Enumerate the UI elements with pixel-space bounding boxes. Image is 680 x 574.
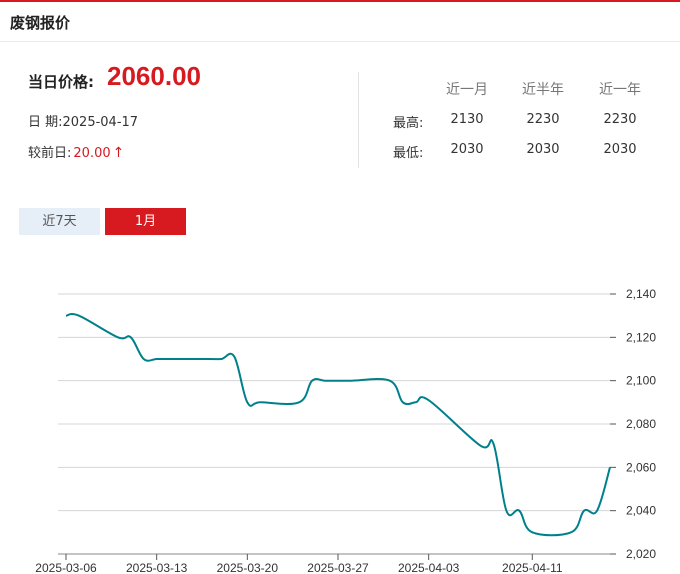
data-point — [169, 358, 171, 360]
y-tick-label: 2,100 — [626, 374, 656, 388]
date-row: 日 期:2025-04-17 — [28, 111, 138, 130]
data-point — [609, 466, 611, 468]
data-point — [259, 401, 261, 403]
data-point — [65, 315, 67, 317]
price-value: 2060.00 — [107, 61, 201, 91]
x-tick-label: 2025-03-13 — [126, 561, 188, 574]
y-tick-label: 2,140 — [626, 287, 656, 301]
y-tick-label: 2,060 — [626, 460, 656, 474]
date-value: 2025-04-17 — [62, 115, 139, 130]
data-point — [130, 336, 132, 338]
data-point — [337, 380, 339, 382]
data-point — [208, 358, 210, 360]
data-point — [518, 510, 520, 512]
x-tick-label: 2025-04-11 — [502, 561, 563, 574]
y-tick-label: 2,020 — [626, 547, 656, 561]
tab-1-month[interactable]: 1月 — [105, 208, 186, 235]
stats-low-label: 最低: — [393, 146, 424, 161]
x-tick-label: 2025-03-27 — [307, 561, 369, 574]
y-tick-label: 2,040 — [626, 504, 656, 518]
stats-low-halfyear: 2030 — [526, 142, 560, 157]
x-tick-label: 2025-03-20 — [217, 561, 279, 574]
data-point — [531, 531, 533, 533]
stats-divider — [358, 72, 359, 168]
data-point — [389, 380, 391, 382]
date-label: 日 期: — [28, 115, 63, 130]
y-tick-label: 2,080 — [626, 417, 656, 431]
panel-header: 废钢报价 — [0, 2, 680, 42]
up-arrow-icon: ↑ — [112, 145, 125, 161]
data-point — [505, 510, 507, 512]
change-label: 较前日: — [28, 146, 72, 161]
stats-low-month: 2030 — [450, 142, 484, 157]
price-label: 当日价格: — [28, 73, 94, 91]
stats-high-halfyear: 2230 — [526, 112, 560, 127]
data-point — [583, 510, 585, 512]
data-point — [350, 380, 352, 382]
stats-high-month: 2130 — [450, 112, 484, 127]
data-point — [143, 358, 145, 360]
data-point — [246, 401, 248, 403]
y-tick-label: 2,120 — [626, 330, 656, 344]
data-point — [78, 315, 80, 317]
data-point — [415, 401, 417, 403]
panel-title: 废钢报价 — [10, 14, 71, 32]
data-point — [298, 401, 300, 403]
data-point — [117, 336, 119, 338]
x-tick-label: 2025-03-06 — [35, 561, 97, 574]
price-series-line — [65, 312, 611, 537]
stats-col-halfyear: 近半年 — [522, 82, 564, 98]
data-point — [492, 443, 494, 445]
data-point — [220, 358, 222, 360]
data-point — [480, 445, 482, 447]
data-point — [311, 380, 313, 382]
stats-col-month: 近一月 — [446, 82, 488, 98]
data-point — [233, 356, 235, 358]
data-point — [402, 401, 404, 403]
price-line-chart: 2,020 2,040 2,060 2,080 2,100 2,120 2,140 2025-… — [35, 287, 656, 574]
x-tick-label: 2025-04-03 — [398, 561, 460, 574]
stats-high-label: 最高: — [393, 116, 424, 131]
stats-low-year: 2030 — [603, 142, 637, 157]
tab-7-days[interactable]: 近7天 — [19, 208, 100, 235]
change-row: 较前日: 20.00 ↑ — [28, 142, 124, 161]
data-point — [324, 380, 326, 382]
data-point — [570, 531, 572, 533]
stats-high-year: 2230 — [603, 112, 637, 127]
data-point — [156, 358, 158, 360]
stats-col-year: 近一年 — [599, 82, 641, 98]
change-value: 20.00 — [73, 146, 111, 161]
data-point — [428, 399, 430, 401]
data-point — [596, 510, 598, 512]
